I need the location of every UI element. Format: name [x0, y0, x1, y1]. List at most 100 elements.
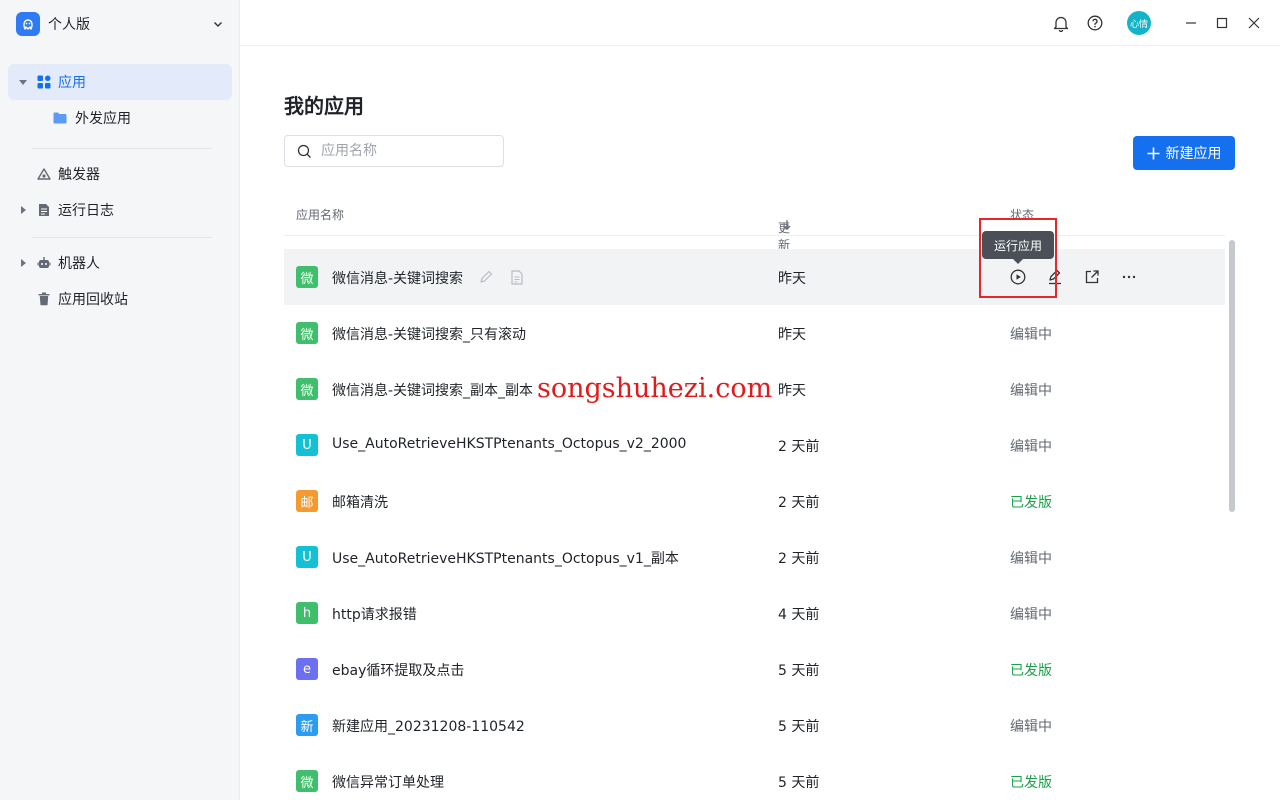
- app-badge: 微: [296, 770, 318, 792]
- table-row[interactable]: U Use_AutoRetrieveHKSTPtenants_Octopus_v…: [284, 417, 1225, 473]
- sidebar-item-recycle-bin[interactable]: 应用回收站: [8, 281, 232, 317]
- app-status: 编辑中: [1010, 383, 1052, 399]
- minimize-icon[interactable]: [1181, 13, 1201, 33]
- app-updated-time: 昨天: [778, 327, 806, 343]
- log-document-icon: [36, 202, 52, 218]
- new-app-button[interactable]: 新建应用: [1133, 136, 1235, 170]
- app-updated-time: 2 天前: [778, 495, 820, 511]
- chevron-down-icon: [210, 16, 226, 32]
- sidebar-item-label: 触发器: [58, 167, 100, 183]
- sort-desc-icon[interactable]: [782, 219, 792, 231]
- divider: [32, 237, 212, 238]
- app-name[interactable]: Use_AutoRetrieveHKSTPtenants_Octopus_v1_…: [332, 548, 679, 568]
- caret-down-icon[interactable]: [18, 77, 28, 87]
- column-header-name: 应用名称: [296, 208, 345, 222]
- sidebar-item-apps[interactable]: 应用: [8, 64, 232, 100]
- workspace-logo-icon: [16, 12, 40, 36]
- app-updated-time: 5 天前: [778, 663, 820, 679]
- close-icon[interactable]: [1244, 13, 1264, 33]
- maximize-icon[interactable]: [1212, 13, 1232, 33]
- sidebar-item-label: 应用: [58, 75, 86, 91]
- app-status: 编辑中: [1010, 607, 1052, 623]
- edit-pencil-icon[interactable]: [1046, 268, 1064, 286]
- app-updated-time: 昨天: [778, 383, 806, 399]
- sidebar: 个人版 应用 外发应用 触发器 运行日志 机器人 应用回收站: [0, 0, 240, 800]
- app-updated-time: 昨天: [778, 271, 806, 287]
- app-status: 编辑中: [1010, 551, 1052, 567]
- scrollbar[interactable]: [1229, 240, 1235, 512]
- more-options-icon[interactable]: [1120, 268, 1138, 286]
- tooltip-text: 运行应用: [993, 238, 1042, 253]
- caret-right-icon[interactable]: [18, 205, 28, 215]
- app-name[interactable]: 微信异常订单处理: [332, 772, 444, 792]
- app-updated-time: 2 天前: [778, 439, 820, 455]
- app-badge: 微: [296, 266, 318, 288]
- app-name[interactable]: 微信消息-关键词搜索_只有滚动: [332, 324, 526, 344]
- tooltip-arrow: [1013, 259, 1023, 264]
- run-app-tooltip: 运行应用: [982, 231, 1054, 264]
- app-badge: U: [296, 546, 318, 568]
- app-badge: e: [296, 658, 318, 680]
- sidebar-item-external-apps[interactable]: 外发应用: [8, 100, 232, 136]
- app-name[interactable]: 邮箱清洗: [332, 492, 388, 512]
- table-row[interactable]: 邮 邮箱清洗 2 天前 已发版: [284, 473, 1225, 529]
- app-name[interactable]: http请求报错: [332, 604, 417, 624]
- sidebar-item-label: 运行日志: [58, 203, 114, 219]
- search-box[interactable]: [284, 135, 504, 167]
- app-name[interactable]: 微信消息-关键词搜索_副本_副本: [332, 380, 533, 400]
- search-icon: [297, 143, 313, 159]
- column-header-status: 状态: [1010, 208, 1035, 222]
- new-app-label: 新建应用: [1165, 146, 1222, 162]
- sidebar-item-triggers[interactable]: 触发器: [8, 156, 232, 192]
- search-input[interactable]: [321, 143, 491, 159]
- table-row[interactable]: 微 微信消息-关键词搜索 昨天: [284, 249, 1225, 305]
- run-play-icon[interactable]: [1009, 268, 1027, 286]
- watermark: songshuhezi.com: [537, 373, 773, 404]
- help-icon[interactable]: [1085, 13, 1105, 33]
- robot-icon: [36, 255, 52, 271]
- app-badge: 新: [296, 714, 318, 736]
- workspace-name: 个人版: [48, 17, 90, 33]
- caret-right-icon[interactable]: [18, 258, 28, 268]
- app-status: 编辑中: [1010, 439, 1052, 455]
- app-name[interactable]: Use_AutoRetrieveHKSTPtenants_Octopus_v2_…: [332, 436, 686, 452]
- app-badge: 微: [296, 322, 318, 344]
- sidebar-item-label: 外发应用: [75, 111, 131, 127]
- avatar[interactable]: 心情: [1127, 11, 1151, 35]
- app-status: 已发版: [1010, 775, 1052, 791]
- bell-icon[interactable]: [1051, 13, 1071, 33]
- app-badge: h: [296, 602, 318, 624]
- app-updated-time: 2 天前: [778, 551, 820, 567]
- description-doc-icon[interactable]: [508, 268, 526, 286]
- trash-icon: [36, 291, 52, 307]
- sidebar-item-label: 应用回收站: [58, 292, 128, 308]
- sidebar-item-label: 机器人: [58, 256, 100, 272]
- trigger-icon: [36, 166, 52, 182]
- app-status: 已发版: [1010, 663, 1052, 679]
- sidebar-item-robots[interactable]: 机器人: [8, 245, 232, 281]
- table-row[interactable]: 微 微信消息-关键词搜索_只有滚动 昨天 编辑中: [284, 305, 1225, 361]
- app-status: 编辑中: [1010, 719, 1052, 735]
- workspace-switcher[interactable]: 个人版: [16, 12, 226, 36]
- folder-icon: [52, 110, 68, 126]
- app-name[interactable]: ebay循环提取及点击: [332, 660, 464, 680]
- table-row[interactable]: U Use_AutoRetrieveHKSTPtenants_Octopus_v…: [284, 529, 1225, 585]
- top-bar: 心情: [240, 0, 1280, 46]
- app-name[interactable]: 新建应用_20231208-110542: [332, 716, 525, 736]
- table-row[interactable]: 新 新建应用_20231208-110542 5 天前 编辑中: [284, 697, 1225, 753]
- rename-pencil-icon[interactable]: [477, 268, 495, 286]
- page-title: 我的应用: [284, 94, 364, 118]
- open-external-icon[interactable]: [1083, 268, 1101, 286]
- app-updated-time: 5 天前: [778, 719, 820, 735]
- table-row[interactable]: 微 微信异常订单处理 5 天前 已发版: [284, 753, 1225, 800]
- table-row[interactable]: h http请求报错 4 天前 编辑中: [284, 585, 1225, 641]
- app-updated-time: 5 天前: [778, 775, 820, 791]
- table-row[interactable]: e ebay循环提取及点击 5 天前 已发版: [284, 641, 1225, 697]
- app-updated-time: 4 天前: [778, 607, 820, 623]
- app-status: 已发版: [1010, 495, 1052, 511]
- sidebar-item-run-logs[interactable]: 运行日志: [8, 192, 232, 228]
- app-badge: U: [296, 434, 318, 456]
- apps-grid-icon: [36, 74, 52, 90]
- app-name[interactable]: 微信消息-关键词搜索: [332, 268, 463, 288]
- app-status: 编辑中: [1010, 327, 1052, 343]
